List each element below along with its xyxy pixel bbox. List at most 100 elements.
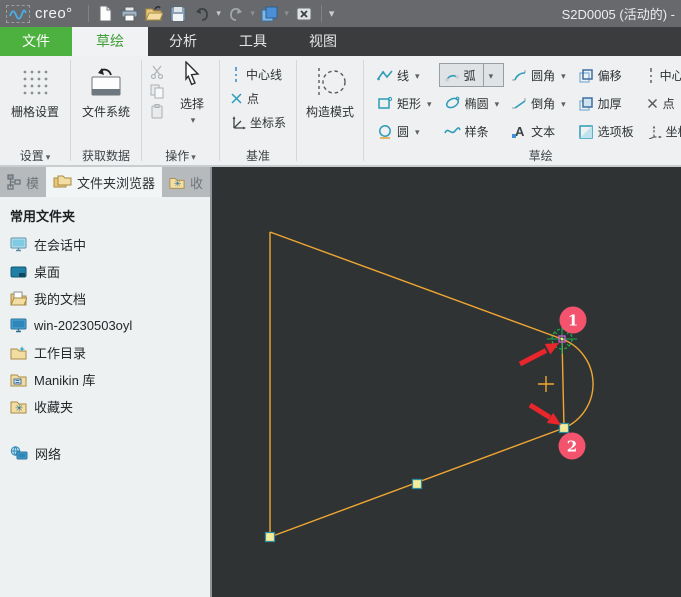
paste-icon[interactable] <box>148 103 166 120</box>
arc-button[interactable]: 弧 <box>438 63 505 87</box>
palette-button[interactable]: 选项板 <box>573 119 639 143</box>
title-bar: creo° ▾ ▾ ▾ ▾ S2D0005 (活动的) - <box>0 0 681 27</box>
save-button[interactable] <box>167 3 189 25</box>
vertex-handles[interactable] <box>264 422 570 543</box>
operations-group-label[interactable]: 操作 <box>142 146 219 165</box>
ellipse-button[interactable]: 椭圆 <box>439 91 505 115</box>
offset-icon <box>579 68 593 83</box>
rectangle-button[interactable]: 矩形 <box>372 91 437 115</box>
arc-dropdown-button[interactable] <box>482 64 497 86</box>
text-button[interactable]: A 文本 <box>506 119 571 143</box>
thicken-button[interactable]: 加厚 <box>573 91 639 115</box>
group-sketch: 线 矩形 圆 弧 <box>364 56 681 165</box>
folder-item-in-session[interactable]: 在会话中 <box>10 231 210 258</box>
palette-icon <box>578 124 593 139</box>
titlebar-separator <box>87 5 89 22</box>
common-folders-header: 常用文件夹 <box>10 209 76 224</box>
spline-button[interactable]: 样条 <box>439 119 505 143</box>
datum-csys-button[interactable]: 坐标系 <box>230 113 286 131</box>
line-dropdown-icon[interactable] <box>413 68 420 82</box>
circle-icon <box>379 124 391 139</box>
close-window-button[interactable] <box>293 3 315 25</box>
text-icon: A <box>512 124 525 138</box>
folder-item-my-documents[interactable]: 我的文档 <box>10 285 210 312</box>
midpoint-handle <box>411 478 423 490</box>
datum-centerline-button[interactable]: 中心线 <box>230 65 286 83</box>
cut-icon[interactable] <box>148 63 166 80</box>
open-button[interactable] <box>143 3 165 25</box>
file-system-button[interactable]: 文件系统 <box>75 61 137 120</box>
network-icon <box>10 446 28 460</box>
arrow-to-point-1 <box>518 348 548 367</box>
circle-button[interactable]: 圆 <box>372 119 437 143</box>
select-dropdown-icon[interactable] <box>189 112 196 126</box>
redo-button[interactable] <box>225 3 247 25</box>
copy-icon[interactable] <box>148 83 166 100</box>
construction-mode-button[interactable]: 构造模式 <box>301 61 359 120</box>
windows-dropdown-icon[interactable]: ▾ <box>282 8 292 19</box>
chamfer-button[interactable]: 倒角 <box>506 91 571 115</box>
navigator-panel: 模 文件夹浏览器 ✳ 收 常用文件夹 在会话中 桌面 我的文档 win-2023… <box>0 167 212 597</box>
ellipse-icon <box>445 96 459 109</box>
file-system-icon <box>89 61 123 103</box>
quick-access-chevron-icon[interactable]: ▾ <box>327 7 337 20</box>
tab-favorites[interactable]: ✳ 收 <box>162 167 210 197</box>
line-button[interactable]: 线 <box>372 63 437 87</box>
undo-dropdown-icon[interactable]: ▾ <box>214 8 224 19</box>
fillet-dropdown-icon[interactable] <box>559 68 566 82</box>
creo-window: creo° ▾ ▾ ▾ ▾ S2D0005 (活动的) - 文件 草绘 分析 工… <box>0 0 681 597</box>
sketch-point-button[interactable]: 点 <box>641 91 681 115</box>
coordinate-system-icon <box>648 125 662 139</box>
centerline-icon <box>649 68 652 83</box>
arrow-to-point-2 <box>528 402 552 420</box>
tab-file[interactable]: 文件 <box>0 27 72 56</box>
fillet-icon <box>512 70 526 81</box>
folder-item-working-directory[interactable]: 工作目录 <box>10 339 210 366</box>
point-icon <box>231 92 242 104</box>
select-button[interactable]: 选择 <box>169 60 215 126</box>
tab-analysis[interactable]: 分析 <box>148 27 218 56</box>
svg-text:A: A <box>515 124 525 138</box>
rectangle-icon <box>378 96 393 109</box>
folder-browser-icon <box>53 175 72 188</box>
folder-item-network[interactable]: 网络 <box>10 440 210 467</box>
ellipse-dropdown-icon[interactable] <box>493 96 500 110</box>
datum-point-button[interactable]: 点 <box>230 89 286 107</box>
rectangle-dropdown-icon[interactable] <box>425 96 432 110</box>
chamfer-dropdown-icon[interactable] <box>559 96 566 110</box>
document-title: S2D0005 (活动的) - <box>561 7 675 22</box>
tab-folder-browser[interactable]: 文件夹浏览器 <box>46 167 163 197</box>
select-label: 选择 <box>179 97 204 111</box>
favorites-folder-icon: ✳ <box>169 177 185 189</box>
circle-dropdown-icon[interactable] <box>413 124 420 138</box>
grid-settings-button[interactable]: 栅格设置 <box>4 61 66 120</box>
folder-item-favorites[interactable]: ✳ 收藏夹 <box>10 393 210 420</box>
tab-sketch[interactable]: 草绘 <box>72 27 148 56</box>
new-file-button[interactable] <box>95 3 117 25</box>
windows-button[interactable] <box>259 3 281 25</box>
line-icon <box>377 69 393 80</box>
svg-text:✳: ✳ <box>15 404 23 415</box>
fillet-button[interactable]: 圆角 <box>506 63 571 87</box>
folder-item-computer[interactable]: win-20230503oyl <box>10 312 210 339</box>
sketch-canvas[interactable]: 1 2 <box>212 167 681 597</box>
folder-browser-panel: 常用文件夹 在会话中 桌面 我的文档 win-20230503oyl 工作目录 … <box>0 197 210 597</box>
offset-button[interactable]: 偏移 <box>573 63 639 87</box>
settings-group-label[interactable]: 设置 <box>0 146 70 165</box>
favorites-icon: ✳ <box>10 401 27 415</box>
folder-item-desktop[interactable]: 桌面 <box>10 258 210 285</box>
top-edge-line <box>269 231 563 340</box>
coordinate-system-icon <box>232 115 246 129</box>
folder-item-manikin-library[interactable]: Manikin 库 <box>10 366 210 393</box>
undo-button[interactable] <box>191 3 213 25</box>
group-settings: 栅格设置 设置 <box>0 56 70 165</box>
tab-model-tree[interactable]: 模 <box>0 167 46 197</box>
tab-view[interactable]: 视图 <box>288 27 358 56</box>
sketch-centerline-button[interactable]: 中心线 <box>641 63 681 87</box>
tab-tools[interactable]: 工具 <box>218 27 288 56</box>
model-tree-icon <box>7 174 21 190</box>
sketch-csys-button[interactable]: 坐标系 <box>641 119 681 143</box>
print-button[interactable] <box>119 3 141 25</box>
redo-dropdown-icon[interactable]: ▾ <box>248 8 258 19</box>
grid-settings-label: 栅格设置 <box>10 105 59 119</box>
